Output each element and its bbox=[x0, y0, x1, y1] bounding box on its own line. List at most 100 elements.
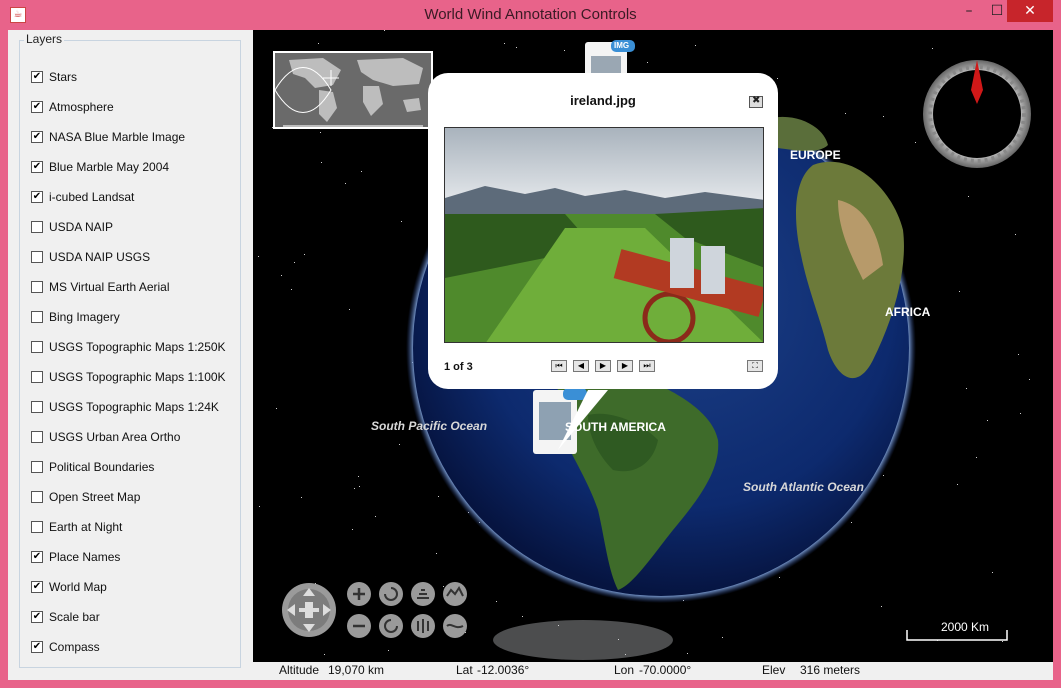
layer-row[interactable]: USGS Urban Area Ortho bbox=[31, 428, 180, 446]
previous-image-button[interactable]: ◀ bbox=[573, 360, 589, 372]
layer-row[interactable]: ✔ i-cubed Landsat bbox=[31, 188, 134, 206]
label-africa: AFRICA bbox=[885, 305, 931, 319]
world-map-inset[interactable] bbox=[273, 51, 433, 129]
layer-row[interactable]: ✔ World Map bbox=[31, 578, 107, 596]
label-south-atlantic-ocean: South Atlantic Ocean bbox=[743, 480, 864, 494]
layer-row[interactable]: USGS Topographic Maps 1:250K bbox=[31, 338, 226, 356]
annotation-pager: 1 of 3 bbox=[444, 361, 473, 373]
longitude-label: Lon bbox=[614, 663, 635, 677]
layer-row[interactable]: ✔ Place Names bbox=[31, 548, 120, 566]
resize-image-button[interactable]: ⛶ bbox=[747, 360, 763, 372]
play-button[interactable]: ▶ bbox=[595, 360, 611, 372]
layer-row[interactable]: USDA NAIP USGS bbox=[31, 248, 150, 266]
layer-label: USGS Topographic Maps 1:250K bbox=[49, 340, 226, 354]
layer-checkbox[interactable] bbox=[31, 461, 43, 473]
layer-label: Open Street Map bbox=[49, 490, 141, 504]
zoom-in-button[interactable] bbox=[347, 582, 371, 606]
tilt-up-button[interactable] bbox=[411, 582, 435, 606]
layer-row[interactable]: ✔ Stars bbox=[31, 68, 77, 86]
layer-label: USGS Topographic Maps 1:100K bbox=[49, 370, 226, 384]
minimize-button[interactable]: – bbox=[954, 0, 984, 22]
layers-legend: Layers bbox=[24, 32, 65, 46]
layer-label: Bing Imagery bbox=[49, 310, 120, 324]
layer-row[interactable]: ✔ Blue Marble May 2004 bbox=[31, 158, 169, 176]
layer-checkbox[interactable] bbox=[31, 431, 43, 443]
annotation-title: ireland.jpg bbox=[570, 93, 636, 108]
title-bar[interactable]: ☕ World Wind Annotation Controls – ☐ ✕ bbox=[0, 0, 1061, 30]
layer-label: Compass bbox=[49, 640, 100, 654]
layer-checkbox[interactable]: ✔ bbox=[31, 551, 43, 563]
navigation-controls[interactable] bbox=[282, 583, 336, 637]
layer-checkbox[interactable] bbox=[31, 281, 43, 293]
layer-row[interactable]: Political Boundaries bbox=[31, 458, 154, 476]
layers-panel: Layers ✔ Stars ✔ Atmosphere ✔ NASA Blue Marbl… bbox=[19, 32, 241, 668]
rotate-left-button[interactable] bbox=[379, 582, 403, 606]
layer-checkbox[interactable] bbox=[31, 221, 43, 233]
tilt-down-button[interactable] bbox=[411, 614, 435, 638]
annotation-close-button[interactable]: ✖ bbox=[749, 95, 763, 108]
layer-checkbox[interactable] bbox=[31, 491, 43, 503]
app-window: ☕ World Wind Annotation Controls – ☐ ✕ L… bbox=[0, 0, 1061, 688]
next-image-button[interactable]: ▶ bbox=[617, 360, 633, 372]
layer-row[interactable]: Earth at Night bbox=[31, 518, 122, 536]
layer-row[interactable]: USGS Topographic Maps 1:24K bbox=[31, 398, 219, 416]
layer-checkbox[interactable] bbox=[31, 401, 43, 413]
longitude-value: -70.0000° bbox=[639, 663, 692, 677]
layer-checkbox[interactable]: ✔ bbox=[31, 71, 43, 83]
layer-row[interactable]: ✔ Compass bbox=[31, 638, 100, 656]
ireland-photo bbox=[445, 128, 763, 342]
elevation-label: Elev bbox=[762, 663, 786, 677]
zoom-out-button[interactable] bbox=[347, 614, 371, 638]
layer-checkbox[interactable]: ✔ bbox=[31, 161, 43, 173]
label-south-pacific-ocean: South Pacific Ocean bbox=[371, 419, 488, 433]
vertical-exaggeration-up-button[interactable] bbox=[443, 582, 467, 606]
layer-label: USDA NAIP bbox=[49, 220, 114, 234]
annotation-image bbox=[444, 127, 764, 343]
label-europe: EUROPE bbox=[790, 148, 841, 162]
compass bbox=[923, 60, 1031, 168]
layer-label: Stars bbox=[49, 70, 78, 84]
layer-row[interactable]: USGS Topographic Maps 1:100K bbox=[31, 368, 226, 386]
layer-label: Scale bar bbox=[49, 610, 100, 624]
layer-checkbox[interactable]: ✔ bbox=[31, 191, 43, 203]
latitude-value: -12.0036° bbox=[477, 663, 530, 677]
layer-row[interactable]: MS Virtual Earth Aerial bbox=[31, 278, 170, 296]
last-image-button[interactable]: ⏭ bbox=[639, 360, 655, 372]
first-image-button[interactable]: ⏮ bbox=[551, 360, 567, 372]
rotate-right-button[interactable] bbox=[379, 614, 403, 638]
layer-row[interactable]: ✔ NASA Blue Marble Image bbox=[31, 128, 185, 146]
elevation-value: 316 meters bbox=[800, 663, 861, 677]
window-title: World Wind Annotation Controls bbox=[424, 6, 637, 23]
layer-checkbox[interactable] bbox=[31, 341, 43, 353]
label-south-america: SOUTH AMERICA bbox=[565, 420, 666, 434]
layer-row[interactable]: Open Street Map bbox=[31, 488, 140, 506]
layer-checkbox[interactable] bbox=[31, 371, 43, 383]
scale-bar-label: 2000 Km bbox=[941, 620, 990, 634]
layer-row[interactable]: ✔ Atmosphere bbox=[31, 98, 114, 116]
layer-label: USGS Topographic Maps 1:24K bbox=[49, 400, 219, 414]
layer-checkbox[interactable]: ✔ bbox=[31, 641, 43, 653]
layer-label: Earth at Night bbox=[49, 520, 123, 534]
layer-label: i-cubed Landsat bbox=[49, 190, 135, 204]
img-badge: IMG bbox=[614, 41, 630, 50]
layer-row[interactable]: ✔ Scale bar bbox=[31, 608, 100, 626]
layer-label: NASA Blue Marble Image bbox=[49, 130, 186, 144]
altitude-value: 19,070 km bbox=[328, 663, 385, 677]
layer-row[interactable]: USDA NAIP bbox=[31, 218, 113, 236]
layer-checkbox[interactable]: ✔ bbox=[31, 581, 43, 593]
close-button[interactable]: ✕ bbox=[1007, 0, 1053, 22]
layer-row[interactable]: Bing Imagery bbox=[31, 308, 120, 326]
globe-view[interactable]: EUROPE AFRICA SOUTH AMERICA South Pacifi… bbox=[253, 30, 1053, 662]
layer-label: Place Names bbox=[49, 550, 121, 564]
vertical-exaggeration-down-button[interactable] bbox=[443, 614, 467, 638]
layer-checkbox[interactable] bbox=[31, 311, 43, 323]
layer-checkbox[interactable]: ✔ bbox=[31, 101, 43, 113]
layer-checkbox[interactable]: ✔ bbox=[31, 131, 43, 143]
client-area: Layers ✔ Stars ✔ Atmosphere ✔ NASA Blue Marbl… bbox=[8, 30, 1053, 680]
layer-checkbox[interactable]: ✔ bbox=[31, 611, 43, 623]
layer-label: Blue Marble May 2004 bbox=[49, 160, 170, 174]
image-annotation-balloon[interactable]: ireland.jpg ✖ 1 of 3 ⏮ ◀ ▶ ▶ ⏭ ⛶ bbox=[428, 73, 778, 389]
layer-label: USDA NAIP USGS bbox=[49, 250, 151, 264]
layer-checkbox[interactable] bbox=[31, 251, 43, 263]
layer-checkbox[interactable] bbox=[31, 521, 43, 533]
